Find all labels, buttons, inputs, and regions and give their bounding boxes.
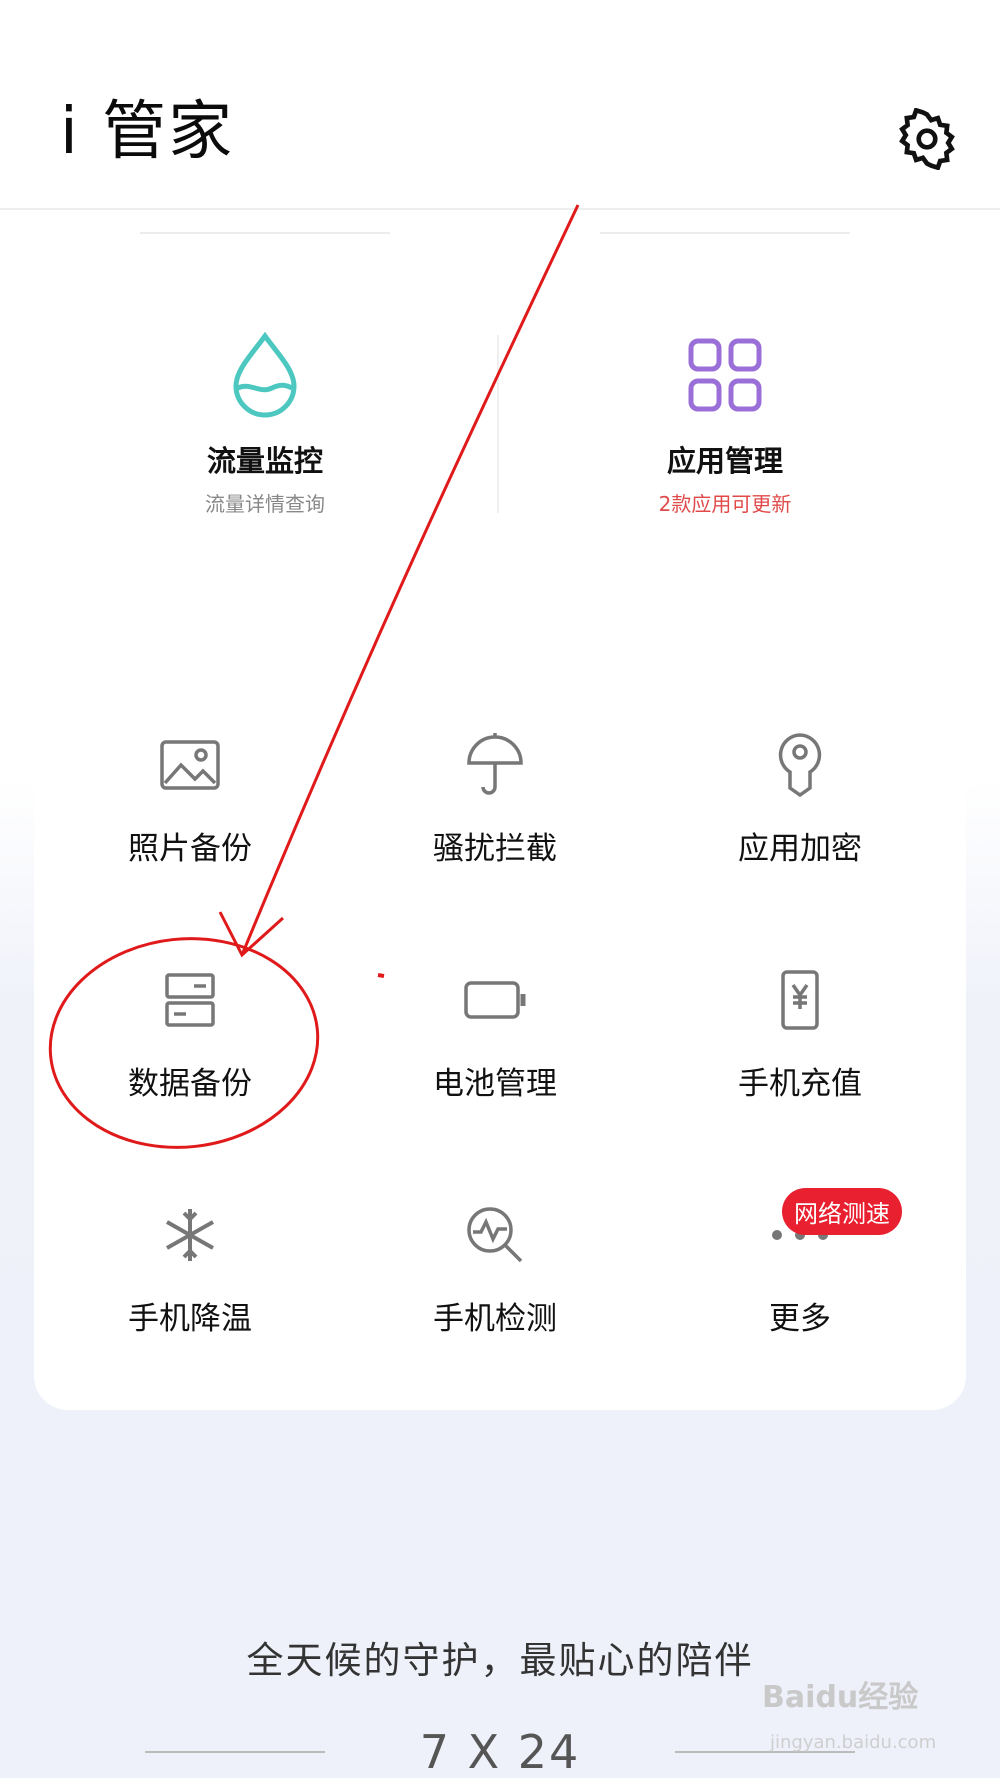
tool-label: 应用加密 bbox=[738, 831, 862, 867]
tool-phone-check[interactable]: 手机检测 bbox=[375, 1195, 615, 1338]
feature-subtitle: 流量详情查询 bbox=[205, 492, 325, 516]
tool-data-backup[interactable]: 数据备份 bbox=[70, 960, 310, 1103]
watermark-logo: Baidu经验 bbox=[762, 1680, 919, 1715]
settings-button[interactable] bbox=[896, 107, 958, 171]
tool-battery-manager[interactable]: 电池管理 bbox=[375, 960, 615, 1103]
app-header: i 管家 bbox=[0, 0, 1000, 210]
battery-icon bbox=[464, 981, 526, 1019]
tool-label: 更多 bbox=[769, 1301, 831, 1337]
tool-label: 手机检测 bbox=[433, 1301, 557, 1337]
network-speed-badge[interactable]: 网络测速 bbox=[782, 1188, 902, 1235]
tool-label: 手机降温 bbox=[128, 1301, 252, 1337]
key-lock-icon bbox=[778, 733, 822, 798]
feature-traffic-monitor[interactable]: 流量监控 流量详情查询 bbox=[115, 330, 415, 517]
tool-label: 照片备份 bbox=[128, 831, 252, 867]
image-icon bbox=[160, 740, 220, 790]
gear-icon bbox=[899, 107, 955, 171]
feature-app-manager[interactable]: 应用管理 2款应用可更新 bbox=[575, 330, 875, 517]
tool-label: 电池管理 bbox=[433, 1066, 557, 1102]
tool-label: 骚扰拦截 bbox=[433, 831, 557, 867]
phone-yuan-icon bbox=[781, 970, 819, 1030]
water-drop-icon bbox=[233, 332, 297, 418]
magnifier-pulse-icon bbox=[467, 1207, 523, 1263]
app-grid-icon bbox=[688, 338, 762, 412]
tool-phone-recharge[interactable]: 手机充值 bbox=[680, 960, 920, 1103]
storage-icon bbox=[165, 973, 215, 1027]
feature-divider bbox=[497, 335, 499, 513]
snowflake-icon bbox=[166, 1209, 214, 1261]
watermark-url: jingyan.baidu.com bbox=[770, 1732, 937, 1753]
umbrella-icon bbox=[467, 733, 523, 795]
tool-app-encryption[interactable]: 应用加密 bbox=[680, 725, 920, 868]
tool-label: 手机充值 bbox=[738, 1066, 862, 1102]
tool-photo-backup[interactable]: 照片备份 bbox=[70, 725, 310, 868]
tool-phone-cooling[interactable]: 手机降温 bbox=[70, 1195, 310, 1338]
app-title: i 管家 bbox=[60, 95, 235, 169]
tool-label: 数据备份 bbox=[128, 1066, 252, 1102]
feature-name: 应用管理 bbox=[666, 444, 783, 478]
feature-row: 流量监控 流量详情查询 应用管理 2款应用可更新 bbox=[0, 230, 1000, 610]
feature-name: 流量监控 bbox=[206, 444, 323, 478]
tool-harassment-block[interactable]: 骚扰拦截 bbox=[375, 725, 615, 868]
feature-subtitle: 2款应用可更新 bbox=[658, 492, 792, 516]
